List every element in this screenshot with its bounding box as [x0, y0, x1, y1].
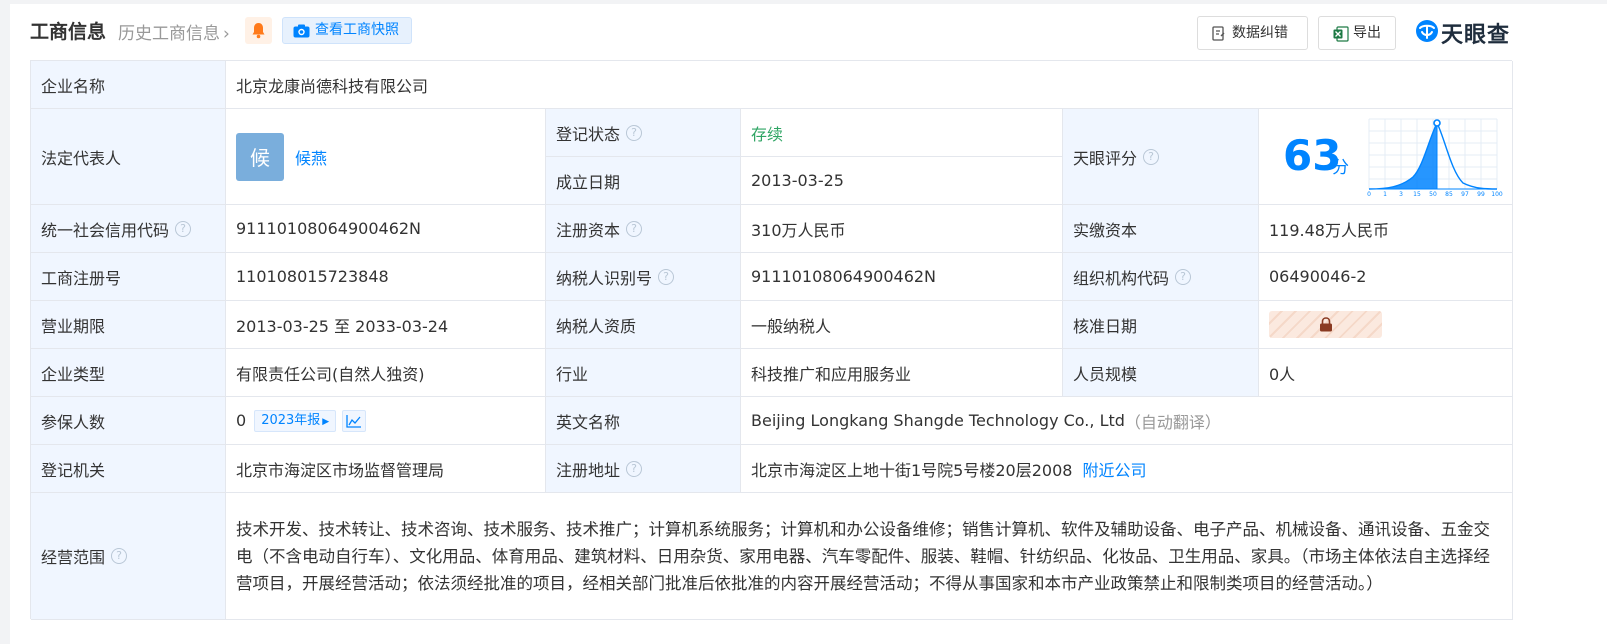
- bell-button[interactable]: [245, 17, 272, 44]
- label-tax-qual: 纳税人资质: [546, 301, 741, 349]
- brand-mark-icon: [1416, 20, 1438, 42]
- auto-translate-note: （自动翻译）: [1124, 412, 1221, 432]
- label-reg-status: 登记状态?: [546, 109, 741, 157]
- export-button[interactable]: 导出: [1318, 16, 1396, 50]
- rating-axis-tick: 3: [1399, 191, 1403, 197]
- tianyancha-logo: 天眼查: [1415, 16, 1515, 48]
- label-staff: 人员规模: [1063, 349, 1259, 397]
- value-reg-status: 存续: [741, 109, 1063, 157]
- export-label: 导出: [1353, 25, 1381, 41]
- label-found-date: 成立日期: [546, 157, 741, 205]
- rating-axis-tick: 15: [1413, 191, 1421, 197]
- brand-text: 天眼查: [1441, 23, 1511, 48]
- label-ent-type: 企业类型: [31, 349, 226, 397]
- label-industry: 行业: [546, 349, 741, 397]
- help-icon[interactable]: ?: [626, 124, 643, 141]
- snapshot-button[interactable]: 查看工商快照: [282, 17, 412, 44]
- value-legal-rep: 候 候燕: [226, 109, 546, 205]
- label-company-name: 企业名称: [31, 61, 226, 109]
- label-credit-code: 统一社会信用代码?: [31, 205, 226, 253]
- help-icon[interactable]: ?: [626, 460, 643, 477]
- section-title: 工商信息: [30, 21, 107, 43]
- value-approve-date: [1259, 301, 1513, 349]
- help-icon[interactable]: ?: [175, 220, 192, 237]
- rating-axis-tick: 50: [1429, 191, 1437, 197]
- label-taxpayer-id: 纳税人识别号?: [546, 253, 741, 301]
- label-rating: 天眼评分?: [1063, 109, 1259, 205]
- value-credit-code: 91110108064900462N: [226, 205, 546, 253]
- rating-axis-tick: 85: [1445, 191, 1453, 197]
- label-org-code: 组织机构代码?: [1063, 253, 1259, 301]
- data-fix-label: 数据纠错: [1232, 25, 1288, 41]
- edit-doc-icon: [1212, 26, 1225, 41]
- chevron-right-icon: ›: [223, 24, 230, 44]
- help-icon[interactable]: ?: [1143, 148, 1160, 165]
- value-scope: 技术开发、技术转让、技术咨询、技术服务、技术推广；计算机系统服务；计算机和办公设…: [226, 493, 1513, 620]
- bell-icon: [252, 23, 265, 39]
- annual-report-button[interactable]: 2023年报 ▶: [254, 409, 337, 432]
- help-icon[interactable]: ?: [1175, 268, 1192, 285]
- value-insured: 0 2023年报 ▶: [226, 397, 546, 445]
- history-link[interactable]: 历史工商信息 ›: [118, 19, 230, 44]
- rating-axis-tick: 97: [1461, 191, 1469, 197]
- help-icon[interactable]: ?: [111, 548, 128, 564]
- value-reg-capital: 310万人民币: [741, 205, 1063, 253]
- label-paid-capital: 实缴资本: [1063, 205, 1259, 253]
- value-reg-no: 110108015723848: [226, 253, 546, 301]
- trend-chart-button[interactable]: [342, 409, 367, 432]
- caret-right-icon: ▶: [322, 416, 330, 427]
- nearby-companies-link[interactable]: 附近公司: [1082, 457, 1146, 481]
- label-biz-term: 营业期限: [31, 301, 226, 349]
- line-chart-icon: [346, 414, 362, 428]
- excel-icon: [1333, 26, 1349, 42]
- value-reg-address: 北京市海淀区上地十街1号院5号楼20层2008 附近公司: [741, 445, 1513, 493]
- rating-axis-tick: 100: [1491, 191, 1503, 197]
- value-taxpayer-id: 91110108064900462N: [741, 253, 1063, 301]
- rating-distribution-chart: 0 1 3 15 50 85 97 99 100: [1367, 118, 1503, 197]
- legal-rep-link[interactable]: 候燕: [295, 145, 327, 169]
- value-found-date: 2013-03-25: [741, 157, 1063, 205]
- info-table: 企业名称 北京龙康尚德科技有限公司 法定代表人 候 候燕 登记状态? 存续 成立…: [30, 60, 1513, 620]
- value-industry: 科技推广和应用服务业: [741, 349, 1063, 397]
- rating-axis-tick: 0: [1367, 191, 1371, 197]
- label-scope: 经营范围?: [31, 493, 226, 620]
- value-staff: 0人: [1259, 349, 1513, 397]
- rating-axis-tick: 1: [1383, 191, 1387, 197]
- label-reg-authority: 登记机关: [31, 445, 226, 493]
- help-icon[interactable]: ?: [626, 220, 643, 237]
- value-org-code: 06490046-2: [1259, 253, 1513, 301]
- label-approve-date: 核准日期: [1063, 301, 1259, 349]
- label-legal-rep: 法定代表人: [31, 109, 226, 205]
- label-reg-capital: 注册资本?: [546, 205, 741, 253]
- label-insured: 参保人数: [31, 397, 226, 445]
- camera-icon: [293, 24, 310, 38]
- locked-value-button[interactable]: [1269, 311, 1382, 338]
- avatar: 候: [236, 132, 284, 181]
- value-en-name: Beijing Longkang Shangde Technology Co.,…: [741, 397, 1513, 445]
- value-ent-type: 有限责任公司(自然人独资): [226, 349, 546, 397]
- section-header: 工商信息 历史工商信息 › 查看工商快照 数据纠错 导出 天眼查: [30, 14, 1552, 50]
- value-rating[interactable]: 63 分 0 1 3 15 50 85 97 99 100: [1259, 109, 1513, 205]
- label-reg-no: 工商注册号: [31, 253, 226, 301]
- label-reg-address: 注册地址?: [546, 445, 741, 493]
- rating-axis-tick: 99: [1477, 191, 1485, 197]
- value-biz-term: 2013-03-25 至 2033-03-24: [226, 301, 546, 349]
- value-tax-qual: 一般纳税人: [741, 301, 1063, 349]
- snapshot-label: 查看工商快照: [315, 22, 399, 38]
- rating-unit: 分: [1332, 158, 1349, 178]
- help-icon[interactable]: ?: [658, 268, 675, 285]
- data-fix-button[interactable]: 数据纠错: [1197, 16, 1308, 50]
- label-en-name: 英文名称: [546, 397, 741, 445]
- value-paid-capital: 119.48万人民币: [1259, 205, 1513, 253]
- lock-icon: [1319, 317, 1332, 332]
- value-reg-authority: 北京市海淀区市场监督管理局: [226, 445, 546, 493]
- value-company-name: 北京龙康尚德科技有限公司: [226, 61, 1513, 109]
- history-label: 历史工商信息: [118, 24, 220, 44]
